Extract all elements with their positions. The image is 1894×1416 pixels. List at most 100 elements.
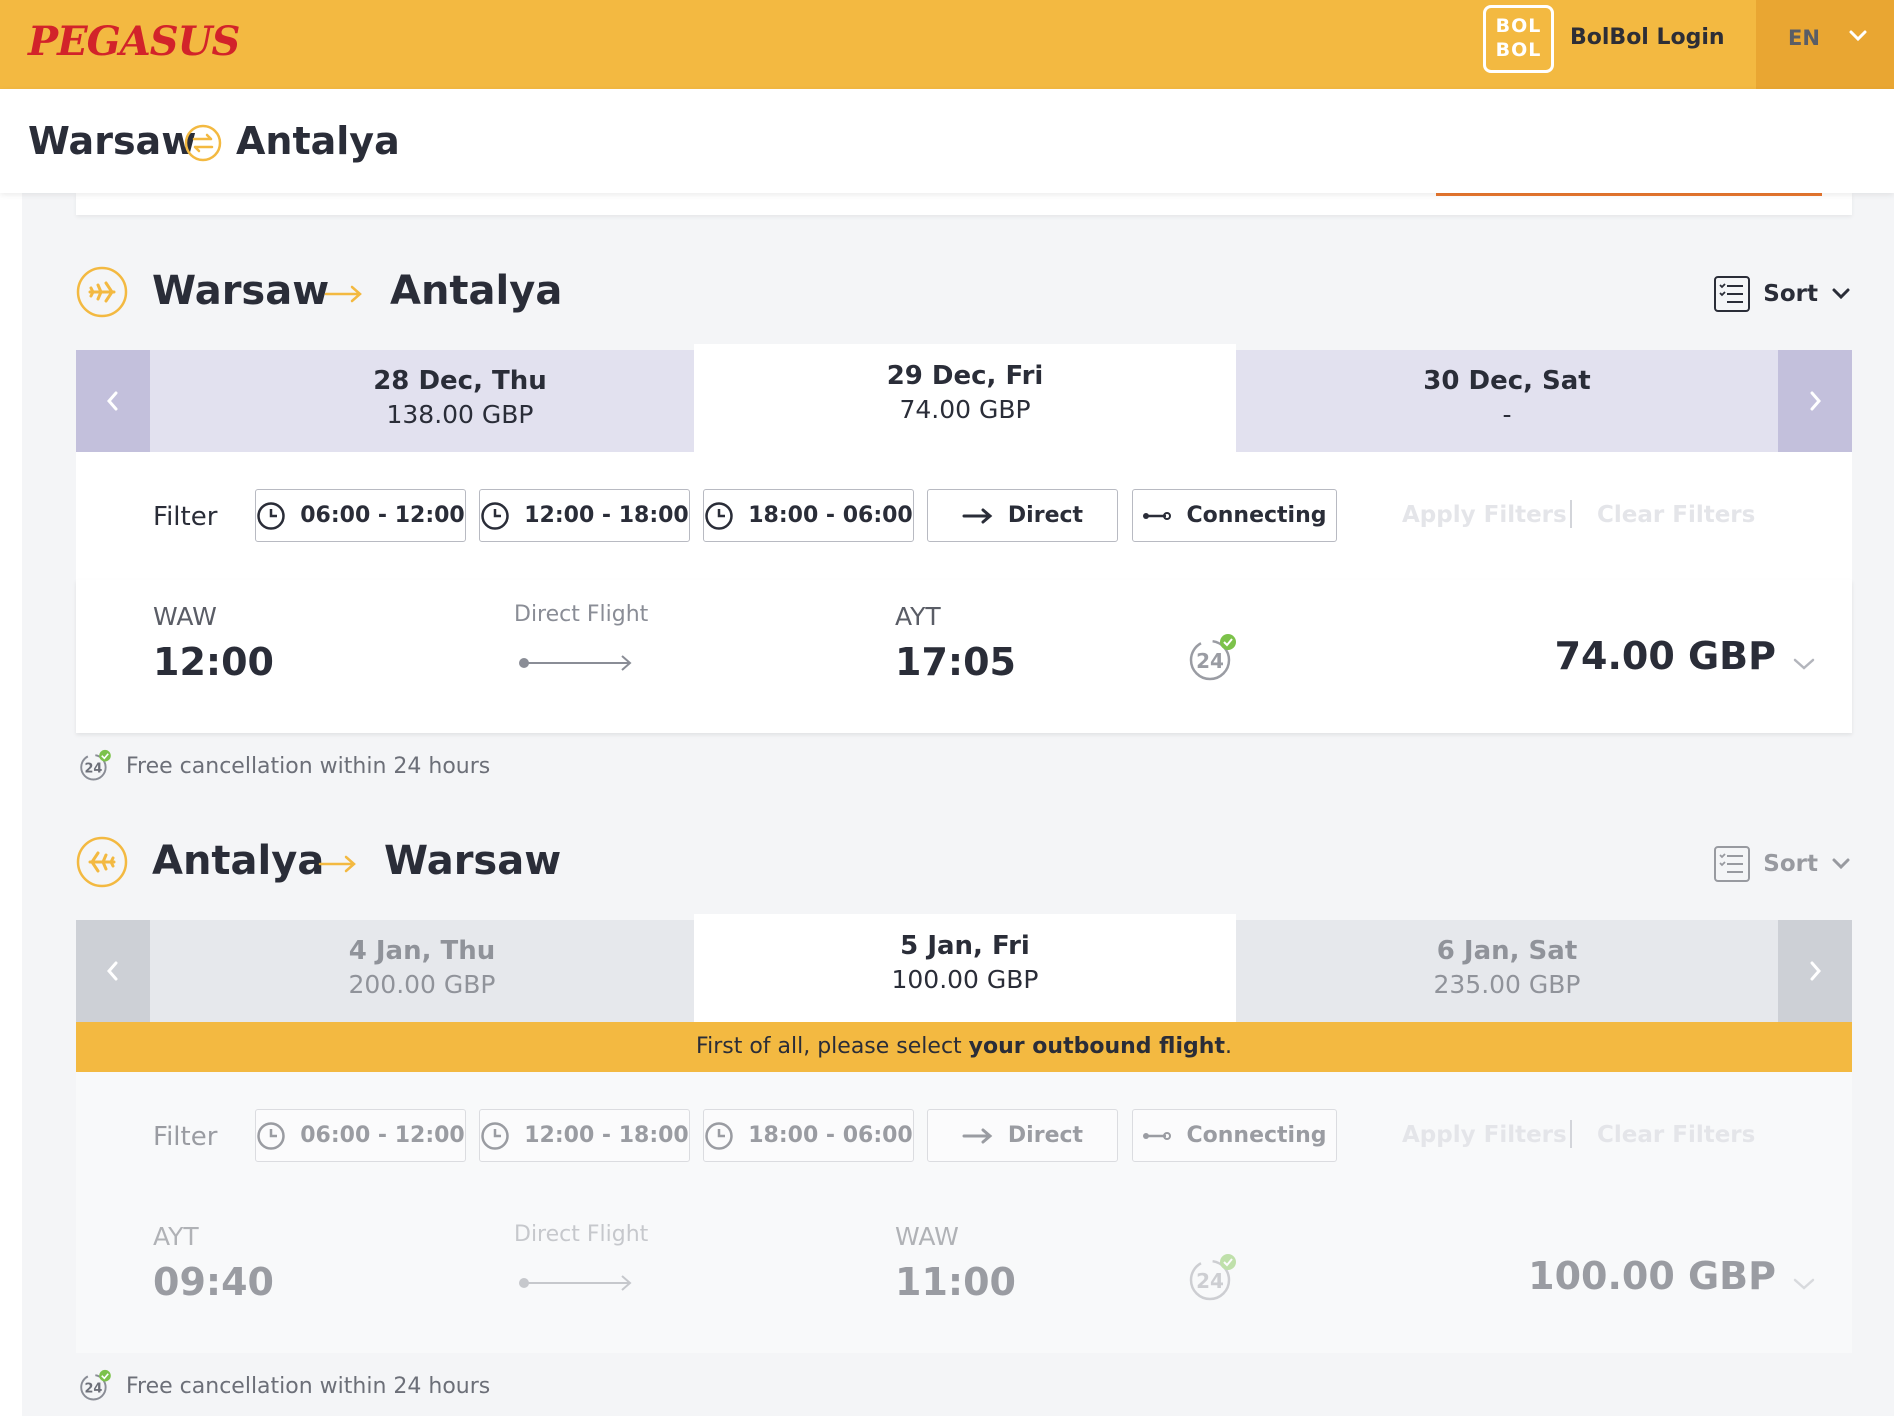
bolbol-login-link[interactable]: BolBol Login [1570,25,1725,50]
arrow-right-icon [962,1128,993,1143]
search-card-bottom [76,193,1852,215]
arrow-right-icon [318,855,356,873]
filter-morning-button[interactable]: 06:00 - 12:00 [255,1109,466,1162]
airplane-icon [76,836,128,888]
departure-code: AYT [153,1222,199,1251]
chevron-down-icon [1849,30,1867,42]
arrival-code: WAW [895,1222,959,1251]
departure-time: 09:40 [153,1260,274,1304]
date-tab-selected[interactable]: 5 Jan, Fri 100.00 GBP [694,914,1236,1022]
filter-connecting-button[interactable]: Connecting [1132,489,1337,542]
chevron-left-icon [107,961,118,981]
filter-evening-button[interactable]: 18:00 - 06:00 [703,489,914,542]
filter-text: Connecting [1186,1123,1327,1148]
outbound-sort-button[interactable]: Sort [1713,274,1852,314]
filter-evening-button[interactable]: 18:00 - 06:00 [703,1109,914,1162]
clock-icon [481,1121,509,1150]
filter-direct-button[interactable]: Direct [927,1109,1118,1162]
inbound-leg-header: Antalya Warsaw Sort [76,832,1852,892]
apply-filters-button[interactable]: Apply Filters [1402,502,1567,528]
outbound-filter-bar: Filter 06:00 - 12:00 12:00 - 18:00 18:00… [76,452,1852,580]
date-label: 5 Jan, Fri [900,931,1030,961]
filter-label: Filter [153,1122,218,1152]
route-to: Antalya [236,119,400,163]
date-tab[interactable]: 6 Jan, Sat 235.00 GBP [1236,920,1778,1022]
inbound-to: Warsaw [384,838,562,884]
free-cancel-text: Free cancellation within 24 hours [126,1373,491,1399]
clock-icon [257,1121,285,1150]
notice-bold-text: your outbound flight [968,1034,1225,1059]
next-date-button[interactable] [1778,920,1852,1022]
date-price: 138.00 GBP [386,400,534,429]
search-button-edge[interactable] [1436,193,1822,196]
date-tab[interactable]: 28 Dec, Thu 138.00 GBP [150,350,770,452]
filter-afternoon-button[interactable]: 12:00 - 18:00 [479,1109,690,1162]
apply-filters-button[interactable]: Apply Filters [1402,1122,1567,1148]
inbound-date-selector: 4 Jan, Thu 200.00 GBP 5 Jan, Fri 100.00 … [76,914,1852,1022]
chevron-right-icon [1810,961,1821,981]
svg-text:24: 24 [84,761,102,776]
arrival-code: AYT [895,602,941,631]
prev-date-button[interactable] [76,350,150,452]
left-gutter [0,193,22,1416]
clock-icon [257,501,285,530]
top-bar: PEGASUS BOL BOL BolBol Login EN [0,0,1894,89]
free-cancel-24-icon: 24 [1189,1254,1236,1301]
filter-connecting-button[interactable]: Connecting [1132,1109,1337,1162]
pegasus-logo[interactable]: PEGASUS [28,18,240,65]
filter-label: Filter [153,502,218,532]
direct-flight-line-icon [519,655,632,671]
departure-time: 12:00 [153,640,274,684]
chevron-left-icon [107,391,118,411]
route-from: Warsaw [28,119,197,163]
svg-text:24: 24 [84,1381,102,1396]
filter-text: 06:00 - 12:00 [300,503,465,528]
date-label: 29 Dec, Fri [886,361,1044,391]
filter-text: Connecting [1186,503,1327,528]
date-tab[interactable]: 30 Dec, Sat - [1236,350,1778,452]
free-cancel-text: Free cancellation within 24 hours [126,753,491,779]
filter-text: 12:00 - 18:00 [524,1123,689,1148]
filter-morning-button[interactable]: 06:00 - 12:00 [255,489,466,542]
filter-text: Direct [1007,503,1084,528]
select-outbound-notice: First of all, please select your outboun… [76,1022,1852,1072]
prev-date-button[interactable] [76,920,150,1022]
chevron-down-icon [1832,858,1850,870]
language-selector[interactable]: EN [1756,0,1894,89]
date-label: 28 Dec, Thu [373,366,547,396]
filter-text: 18:00 - 06:00 [748,503,913,528]
svg-text:24: 24 [1196,649,1224,673]
bolbol-logo-icon[interactable]: BOL BOL [1483,5,1554,73]
clear-filters-button[interactable]: Clear Filters [1597,502,1755,528]
connecting-icon [1143,511,1172,520]
next-date-button[interactable] [1778,350,1852,452]
outbound-from: Warsaw [152,268,330,314]
free-cancel-24-icon: 24 [80,749,111,781]
date-tab[interactable]: 4 Jan, Thu 200.00 GBP [150,920,694,1022]
departure-code: WAW [153,602,217,631]
date-label: 4 Jan, Thu [348,936,496,966]
filter-direct-button[interactable]: Direct [927,489,1118,542]
inbound-flight-row[interactable]: AYT 09:40 Direct Flight WAW 11:00 24 100… [76,1200,1852,1353]
date-price: 200.00 GBP [348,970,496,999]
language-code: EN [1788,26,1820,50]
direct-flight-line-icon [519,1275,632,1291]
arrival-time: 11:00 [895,1260,1016,1304]
chevron-down-icon[interactable] [1792,1276,1816,1292]
notice-suffix: . [1224,1034,1232,1059]
chevron-right-icon [1810,391,1821,411]
outbound-flight-row[interactable]: WAW 12:00 Direct Flight AYT 17:05 24 74.… [76,580,1852,733]
arrival-time: 17:05 [895,640,1016,684]
date-tab-selected[interactable]: 29 Dec, Fri 74.00 GBP [694,344,1236,452]
filter-afternoon-button[interactable]: 12:00 - 18:00 [479,489,690,542]
svg-text:24: 24 [1196,1269,1224,1293]
outbound-to: Antalya [390,268,563,314]
flight-price: 100.00 GBP [1528,1254,1776,1298]
inbound-sort-button[interactable]: Sort [1713,844,1852,884]
swap-icon[interactable] [183,123,223,163]
sort-label: Sort [1763,281,1818,307]
outbound-leg-header: Warsaw Antalya Sort [76,262,1852,322]
filter-text: 18:00 - 06:00 [748,1123,913,1148]
chevron-down-icon[interactable] [1792,656,1816,672]
clear-filters-button[interactable]: Clear Filters [1597,1122,1755,1148]
